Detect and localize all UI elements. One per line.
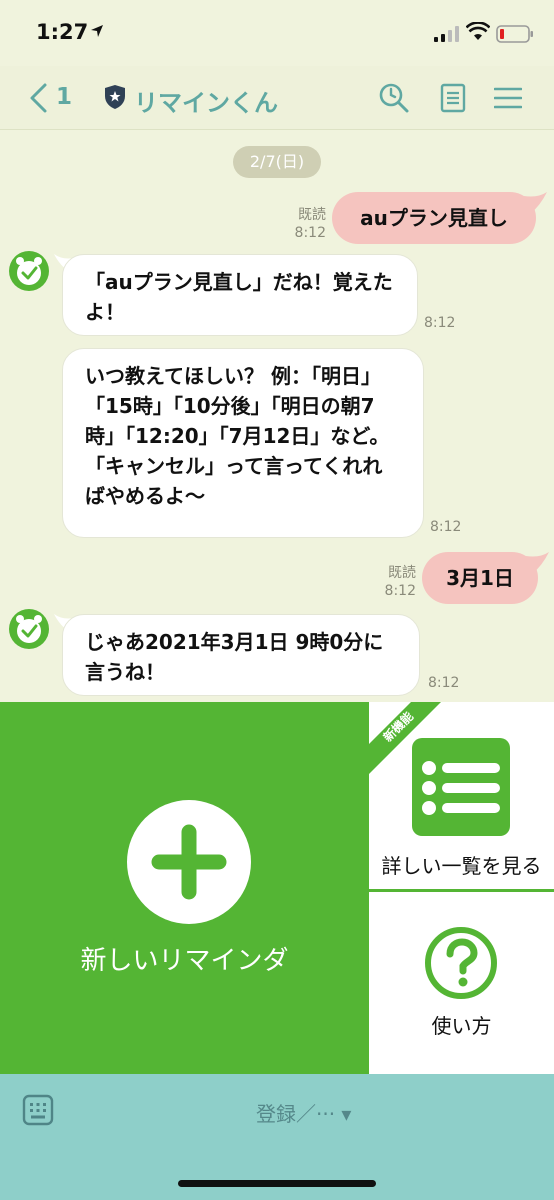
status-bar: 1:27 xyxy=(0,0,554,66)
read-receipt: 既読 xyxy=(298,207,326,223)
bot-avatar-icon[interactable] xyxy=(8,250,50,292)
sent-message[interactable]: 3月1日 xyxy=(422,552,538,604)
wifi-icon xyxy=(466,22,490,40)
read-receipt: 既読 xyxy=(388,565,416,581)
rich-menu-toggle[interactable]: 登録／··· ▾ xyxy=(256,1098,351,1127)
message-meta: 既読 8:12 xyxy=(370,564,416,600)
list-view-label[interactable]: 詳しい一覧を見る xyxy=(369,850,554,879)
home-indicator xyxy=(178,1180,376,1187)
received-message[interactable]: 「auプラン見直し」だね！覚えたよ！ xyxy=(62,254,418,336)
search-icon[interactable] xyxy=(378,82,410,114)
location-arrow-icon xyxy=(91,25,103,37)
new-reminder-label[interactable]: 新しいリマインダ xyxy=(0,940,369,977)
menu-icon[interactable] xyxy=(494,86,522,110)
date-separator: 2/7(日) xyxy=(233,146,321,178)
message-time: 8:12 xyxy=(424,315,456,331)
sent-message[interactable]: auプラン見直し xyxy=(332,192,536,244)
battery-low-icon xyxy=(496,25,533,43)
keyboard-icon[interactable] xyxy=(22,1094,54,1126)
received-message[interactable]: じゃあ2021年3月1日 9時0分に言うね！ xyxy=(62,614,420,696)
back-chevron-icon[interactable] xyxy=(28,82,48,114)
notes-icon[interactable] xyxy=(440,83,466,113)
bubble-tail xyxy=(526,552,549,574)
message-time: 8:12 xyxy=(430,519,462,535)
question-mark-icon[interactable] xyxy=(424,926,498,1000)
chat-title: リマインくん xyxy=(134,89,278,117)
message-time: 8:12 xyxy=(384,583,416,599)
official-shield-icon xyxy=(105,85,125,109)
bot-avatar-icon[interactable] xyxy=(8,608,50,650)
cellular-signal-icon xyxy=(434,26,459,42)
plus-icon[interactable] xyxy=(127,800,251,924)
message-time: 8:12 xyxy=(428,675,460,691)
unread-count[interactable]: 1 xyxy=(56,84,72,110)
chat-header: 1 リマインくん xyxy=(0,66,554,130)
message-meta: 既読 8:12 xyxy=(278,206,326,242)
howto-label[interactable]: 使い方 xyxy=(369,1010,554,1039)
status-time: 1:27 xyxy=(36,20,89,44)
received-message[interactable]: いつ教えてほしい？ 例：「明日」「15時」「10分後」「明日の朝7時」「12:2… xyxy=(62,348,424,538)
bubble-tail xyxy=(524,192,547,214)
message-time: 8:12 xyxy=(294,225,326,241)
list-icon[interactable] xyxy=(412,738,510,836)
